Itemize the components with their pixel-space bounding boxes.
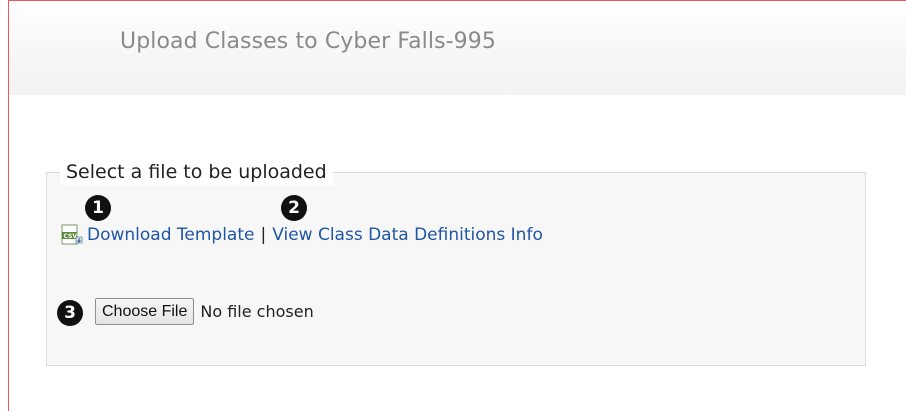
upload-legend: Select a file to be uploaded xyxy=(60,159,333,185)
choose-file-button[interactable]: Choose File xyxy=(95,298,195,325)
template-links-row: CSV Download Template | View Class Data … xyxy=(60,223,543,247)
download-template-link[interactable]: Download Template xyxy=(87,225,254,245)
svg-text:CSV: CSV xyxy=(64,233,78,240)
view-class-data-definitions-link[interactable]: View Class Data Definitions Info xyxy=(272,225,543,245)
step-badge-3: 3 xyxy=(57,300,83,326)
page-header: Upload Classes to Cyber Falls-995 xyxy=(9,1,906,95)
file-status-text: No file chosen xyxy=(200,302,314,321)
page-title: Upload Classes to Cyber Falls-995 xyxy=(120,29,496,54)
csv-file-icon[interactable]: CSV xyxy=(60,224,84,246)
file-input-row: Choose File No file chosen xyxy=(95,298,314,325)
step-badge-2: 2 xyxy=(281,195,307,221)
upload-fieldset xyxy=(46,172,866,366)
link-separator: | xyxy=(260,225,267,245)
step-badge-1: 1 xyxy=(85,195,111,221)
